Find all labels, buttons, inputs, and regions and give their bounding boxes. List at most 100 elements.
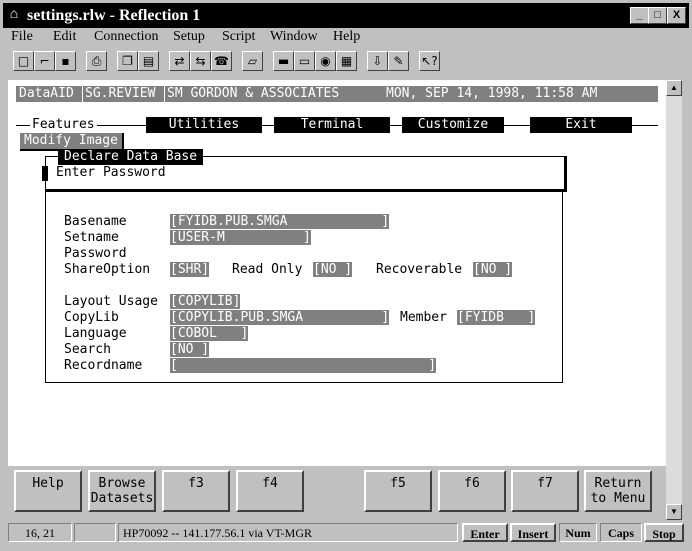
toolbar: □ ⌐ ▪ ⎙ ❐ ▤ ⇄ ⇆ ☎ ▱ ▬ ▭ ◉ ▦ ⇩ ✎ ↖? <box>3 48 689 76</box>
save-icon[interactable]: ▪ <box>55 51 76 71</box>
copylib-field[interactable]: [COPYLIB.PUB.SMGA ] <box>170 310 390 325</box>
header-datetime: MON, SEP 14, 1998, 11:58 AM <box>386 86 598 101</box>
f2-label-line1: Browse <box>98 476 146 491</box>
scroll-down-icon[interactable]: ▼ <box>666 504 682 520</box>
keyboard-icon[interactable]: ▦ <box>336 51 357 71</box>
menu-help[interactable]: Help <box>333 29 360 45</box>
new-icon[interactable]: □ <box>13 51 34 71</box>
f8-return-to-menu-button[interactable]: Return to Menu <box>584 470 652 512</box>
header-module: SG.REVIEW <box>82 86 155 102</box>
function-key-bar: Help Browse Datasets f3 f4 f5 f6 f7 Retu… <box>8 466 666 516</box>
scroll-up-icon[interactable]: ▲ <box>666 80 682 96</box>
menu-connection[interactable]: Connection <box>94 29 159 45</box>
terminal-header-bar: DataAID SG.REVIEW SM GORDON & ASSOCIATES… <box>16 86 658 102</box>
open-icon[interactable]: ⌐ <box>34 51 55 71</box>
f5-button[interactable]: f5 <box>364 470 432 512</box>
vertical-scrollbar[interactable]: ▲ ▼ <box>666 80 682 520</box>
stop-button[interactable]: Stop <box>644 523 684 542</box>
disconnect-icon[interactable]: ⇆ <box>190 51 211 71</box>
f4-label: f4 <box>262 476 278 491</box>
menu-setup[interactable]: Setup <box>173 29 205 45</box>
layout-usage-field[interactable]: [COPYLIB] <box>170 294 241 309</box>
print-icon[interactable]: ⎙ <box>86 51 107 71</box>
dial-icon[interactable]: ☎ <box>211 51 232 71</box>
f1-help-button[interactable]: Help <box>14 470 82 512</box>
reflection-app-icon[interactable]: ⌂ <box>6 7 22 23</box>
shareoption-label: ShareOption <box>64 262 151 277</box>
connection-status: HP70092 -- 141.177.56.1 via VT-MGR <box>118 523 458 542</box>
search-label: Search <box>64 342 111 357</box>
f5-label: f5 <box>390 476 406 491</box>
title-bar: ⌂ settings.rlw - Reflection 1 _ □ X <box>3 3 689 28</box>
header-company: SM GORDON & ASSOCIATES <box>164 86 339 102</box>
minimize-button[interactable]: _ <box>630 7 649 24</box>
f2-browse-datasets-button[interactable]: Browse Datasets <box>88 470 156 512</box>
dialog-title: Declare Data Base <box>58 149 204 165</box>
search-field[interactable]: [NO ] <box>170 342 210 357</box>
basename-field[interactable]: [FYIDB.PUB.SMGA ] <box>170 214 390 229</box>
cursor-position: 16, 21 <box>8 523 72 542</box>
maximize-button[interactable]: □ <box>648 7 667 24</box>
status-blank-cell <box>74 523 116 542</box>
insert-key-button[interactable]: Insert <box>510 523 556 542</box>
caps-lock-indicator: Caps <box>600 523 642 542</box>
setname-label: Setname <box>64 230 119 245</box>
recoverable-label: Recoverable <box>376 262 463 277</box>
dialog-prompt: Enter Password <box>56 165 166 180</box>
display-setup-icon[interactable]: ▭ <box>294 51 315 71</box>
paste-icon[interactable]: ▤ <box>138 51 159 71</box>
status-bar: 16, 21 HP70092 -- 141.177.56.1 via VT-MG… <box>3 521 689 548</box>
cursor-marker <box>42 166 48 181</box>
f7-label: f7 <box>537 476 553 491</box>
close-button[interactable]: X <box>667 7 686 24</box>
recordname-label: Recordname <box>64 358 143 373</box>
tab-terminal[interactable]: Terminal <box>274 117 390 133</box>
shareoption-field[interactable]: [SHR] <box>170 262 210 277</box>
recoverable-field[interactable]: [NO ] <box>473 262 513 277</box>
menu-file[interactable]: File <box>11 29 33 45</box>
terminal-screen[interactable]: DataAID SG.REVIEW SM GORDON & ASSOCIATES… <box>8 80 666 466</box>
connect-icon[interactable]: ⇄ <box>169 51 190 71</box>
context-help-icon[interactable]: ↖? <box>419 51 440 71</box>
readonly-label: Read Only <box>232 262 303 277</box>
f8-label-line2: to Menu <box>590 491 646 506</box>
color-icon[interactable]: ◉ <box>315 51 336 71</box>
tab-customize[interactable]: Customize <box>402 117 504 133</box>
f3-label: f3 <box>188 476 204 491</box>
tab-utilities[interactable]: Utilities <box>146 117 262 133</box>
basename-label: Basename <box>64 214 127 229</box>
f6-label: f6 <box>464 476 480 491</box>
enter-key-button[interactable]: Enter <box>462 523 508 542</box>
f1-label: Help <box>32 476 64 491</box>
member-field[interactable]: [FYIDB ] <box>457 310 536 325</box>
language-label: Language <box>64 326 127 341</box>
tab-features[interactable]: Features <box>30 117 97 133</box>
f4-button[interactable]: f4 <box>236 470 304 512</box>
member-label: Member <box>400 310 447 325</box>
copylib-label: CopyLib <box>64 310 119 325</box>
password-label: Password <box>64 246 127 261</box>
menu-bar: File Edit Connection Setup Script Window… <box>3 28 689 48</box>
f2-label-line2: Datasets <box>90 491 154 506</box>
terminal-icon[interactable]: ▬ <box>273 51 294 71</box>
copy-icon[interactable]: ❐ <box>117 51 138 71</box>
readonly-field[interactable]: [NO ] <box>313 262 353 277</box>
language-field[interactable]: [COBOL ] <box>170 326 249 341</box>
tab-exit[interactable]: Exit <box>530 117 632 133</box>
f3-button[interactable]: f3 <box>162 470 230 512</box>
num-lock-indicator: Num <box>559 523 597 542</box>
header-app: DataAID <box>19 86 74 101</box>
f6-button[interactable]: f6 <box>438 470 506 512</box>
setname-field[interactable]: [USER-M ] <box>170 230 311 245</box>
menu-script[interactable]: Script <box>222 29 255 45</box>
recordname-field[interactable]: [ ] <box>170 358 437 373</box>
keyboard-map-icon[interactable]: ▱ <box>242 51 263 71</box>
menu-window[interactable]: Window <box>270 29 318 45</box>
layout-usage-label: Layout Usage <box>64 294 158 309</box>
transfer-icon[interactable]: ⇩ <box>367 51 388 71</box>
f7-button[interactable]: f7 <box>511 470 579 512</box>
window-title: settings.rlw - Reflection 1 <box>27 7 201 24</box>
script-icon[interactable]: ✎ <box>388 51 409 71</box>
menu-edit[interactable]: Edit <box>53 29 76 45</box>
f8-label-line1: Return <box>594 476 642 491</box>
